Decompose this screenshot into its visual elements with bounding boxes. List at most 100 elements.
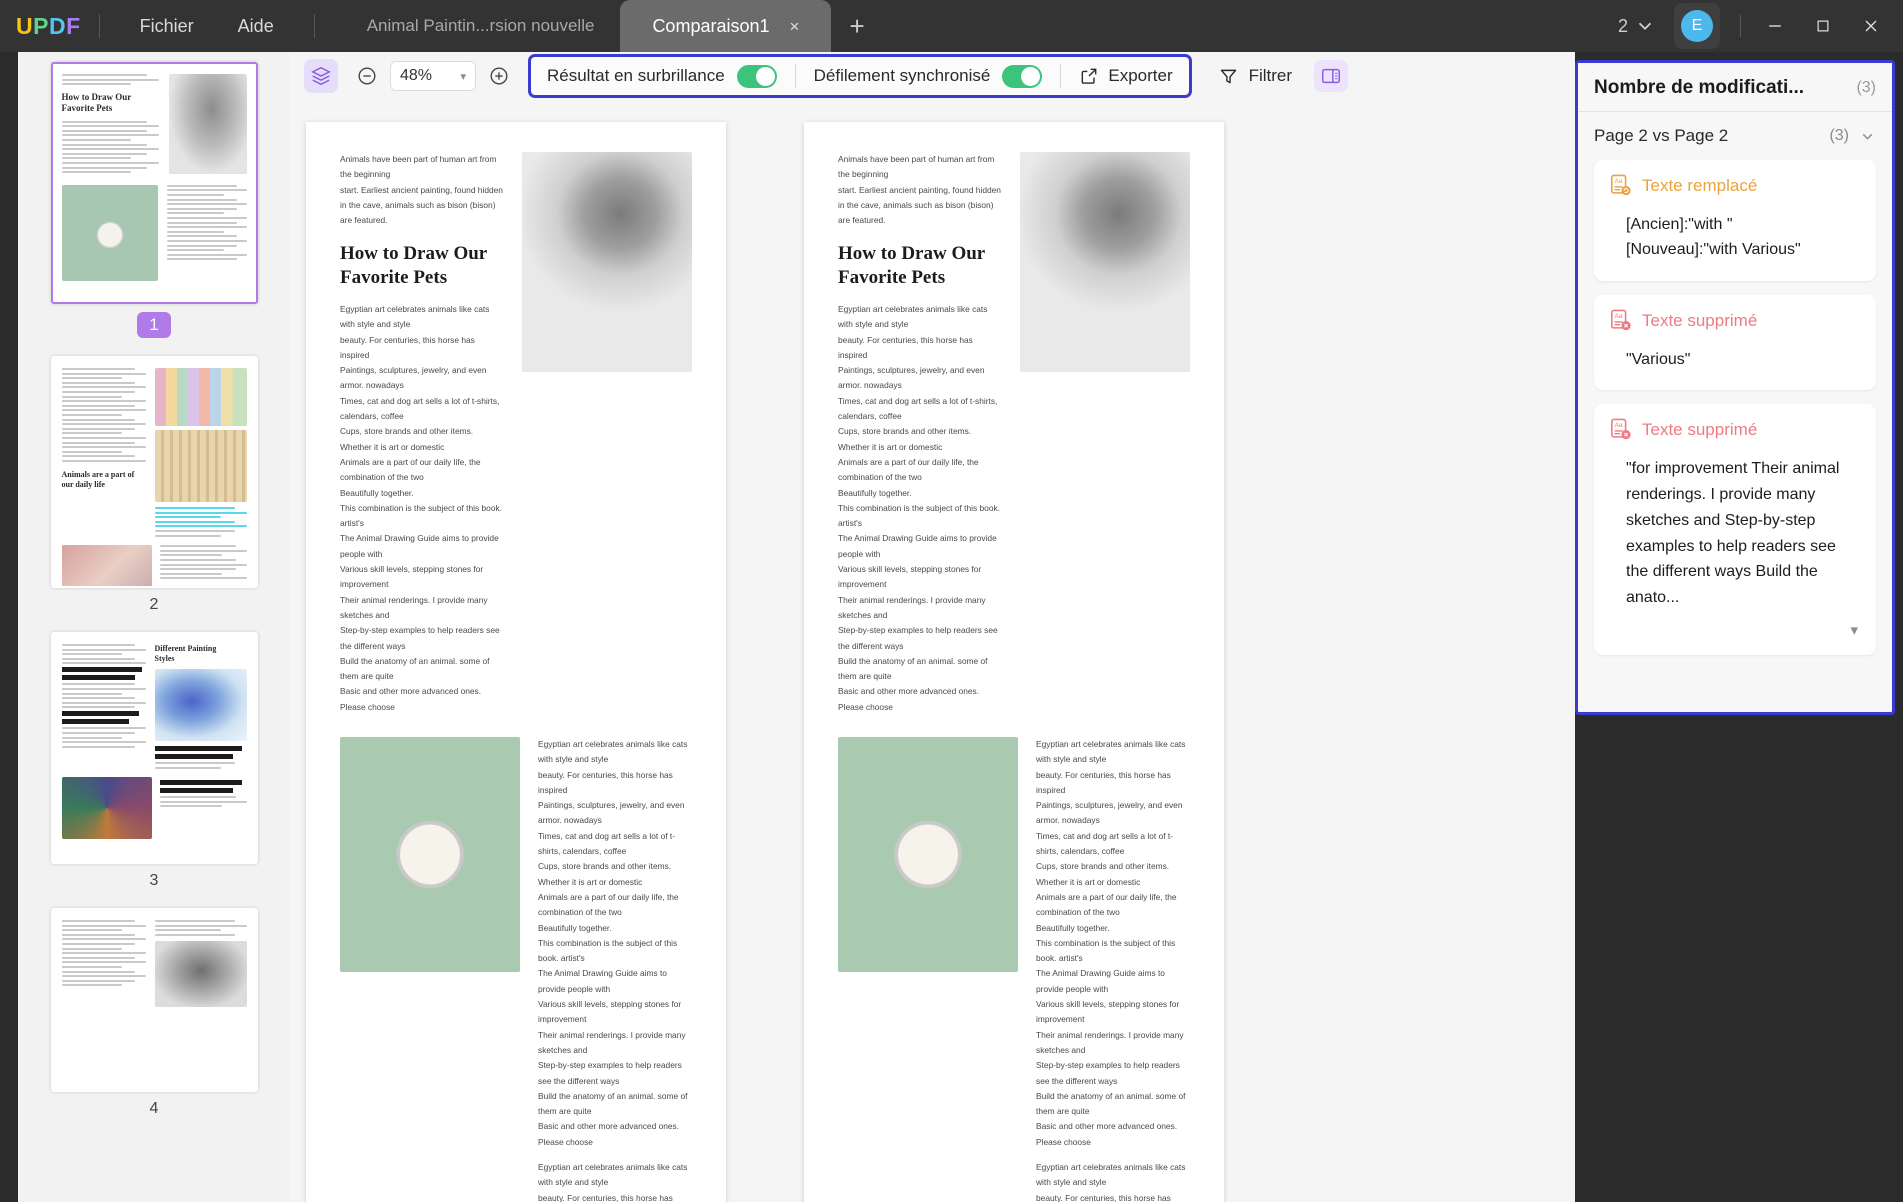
close-icon (1861, 16, 1881, 36)
thumbnail-item[interactable]: 4 (18, 908, 290, 1136)
chevron-down-icon: ▾ (460, 70, 466, 83)
zoom-in-button[interactable] (482, 59, 516, 93)
divider (1060, 64, 1061, 88)
thumb2-title-1: Animals are a part of (62, 470, 146, 480)
panel-count: (3) (1856, 79, 1876, 97)
maximize-button[interactable] (1799, 0, 1847, 52)
zoom-level-select[interactable]: 48% ▾ (390, 61, 476, 91)
app-body: How to Draw Our Favorite Pets (0, 52, 1903, 1202)
toggle-knob (756, 67, 775, 86)
divider (795, 64, 796, 88)
zoom-out-button[interactable] (350, 59, 384, 93)
changes-panel[interactable]: Nombre de modificati... (3) Page 2 vs Pa… (1575, 60, 1895, 715)
thumbnail-page-2[interactable]: Animals are a part of our daily life (51, 356, 258, 588)
split-panel-icon[interactable] (1314, 60, 1348, 92)
window-count-label: 2 (1618, 16, 1628, 37)
change-card-header: Aa Texte supprimé (1610, 418, 1860, 442)
tab-animal-painting[interactable]: Animal Paintin...rsion nouvelle (341, 0, 621, 52)
change-card-2[interactable]: Aa Texte supprimé "Various" (1594, 295, 1876, 390)
filter-button[interactable]: Filtrer (1218, 66, 1292, 87)
thumb-paint-photo (62, 545, 152, 588)
thumb-dog-photo (62, 185, 158, 281)
filter-label: Filtrer (1249, 66, 1292, 86)
thumbnail-page-1[interactable]: How to Draw Our Favorite Pets (51, 62, 258, 304)
account-button[interactable]: E (1674, 3, 1720, 49)
sync-scroll-label: Défilement synchronisé (814, 66, 991, 86)
menu-fichier[interactable]: Fichier (118, 0, 216, 52)
svg-text:Aa: Aa (1615, 178, 1623, 185)
chevron-down-icon[interactable] (1859, 128, 1876, 145)
tab-label: Animal Paintin...rsion nouvelle (367, 16, 595, 36)
column-text: Egyptian art celebrates animals like cat… (1036, 737, 1190, 1202)
logo-letter-u: U (16, 13, 33, 40)
comparison-viewport[interactable]: Animals have been part of human art from… (290, 100, 1575, 1202)
body-text: Egyptian art celebrates animals like cat… (340, 302, 504, 715)
thumb-paints-photo (62, 777, 152, 839)
change-type-label: Texte supprimé (1642, 311, 1757, 331)
page-group-row[interactable]: Page 2 vs Page 2 (3) (1578, 112, 1892, 160)
document-left[interactable]: Animals have been part of human art from… (306, 122, 726, 1202)
divider (314, 14, 315, 38)
logo-letter-f: F (66, 13, 81, 40)
thumb-palette-photo (155, 368, 247, 426)
thumbnail-page-number: 4 (150, 1100, 159, 1118)
thumb-dog-sketch (169, 74, 247, 174)
export-icon (1079, 66, 1099, 86)
thumbnail-page-3[interactable]: Different Painting Styles (51, 632, 258, 864)
window-count-dropdown[interactable]: 2 (1618, 14, 1656, 38)
page-group-count: (3) (1829, 127, 1849, 145)
change-card-3[interactable]: Aa Texte supprimé "for improvement Their… (1594, 404, 1876, 655)
changes-list[interactable]: Aa Texte remplacé [Ancien]:"with " [Nouv… (1578, 160, 1892, 712)
page-right-1: Animals have been part of human art from… (804, 122, 1224, 1202)
page-group-right: (3) (1829, 127, 1876, 145)
document-right[interactable]: Animals have been part of human art from… (804, 122, 1224, 1202)
highlight-result-toggle[interactable] (737, 65, 777, 88)
intro-text: Animals have been part of human art from… (838, 152, 1002, 228)
svg-text:Aa: Aa (1615, 313, 1623, 320)
body-text: Egyptian art celebrates animals like cat… (838, 302, 1002, 715)
thumb-watercolor-photo (155, 669, 247, 741)
thumbnail-page-4[interactable] (51, 908, 258, 1092)
thumbnail-item[interactable]: Animals are a part of our daily life (18, 356, 290, 632)
text-deleted-icon: Aa (1610, 309, 1632, 333)
text-deleted-icon: Aa (1610, 418, 1632, 442)
tab-comparaison1[interactable]: Comparaison1 × (620, 0, 831, 52)
change-type-label: Texte supprimé (1642, 420, 1757, 440)
page-heading: How to Draw Our Favorite Pets (838, 242, 1002, 290)
window-controls: 2 E (1618, 0, 1903, 52)
divider (1740, 15, 1741, 37)
dog-sketch-image (1020, 152, 1190, 372)
scroll-down-arrow[interactable]: ▾ (1610, 611, 1860, 647)
new-tab-button[interactable]: + (831, 0, 882, 52)
intro-text: Animals have been part of human art from… (340, 152, 504, 228)
menu-aide[interactable]: Aide (216, 0, 296, 52)
left-rail (0, 52, 18, 1202)
panel-title: Nombre de modificati... (1594, 77, 1804, 99)
page-left-1: Animals have been part of human art from… (306, 122, 726, 1202)
minimize-icon (1765, 16, 1785, 36)
thumbnail-item[interactable]: How to Draw Our Favorite Pets (18, 62, 290, 356)
zoom-in-icon (488, 65, 510, 87)
main-area: 48% ▾ Résultat en surbrillance Défilemen… (290, 52, 1575, 1202)
close-icon[interactable]: × (790, 18, 800, 35)
change-card-1[interactable]: Aa Texte remplacé [Ancien]:"with " [Nouv… (1594, 160, 1876, 281)
layers-icon[interactable] (304, 59, 338, 93)
compare-options-group: Résultat en surbrillance Défilement sync… (528, 54, 1192, 98)
thumbnail-item[interactable]: Different Painting Styles (18, 632, 290, 908)
svg-text:Aa: Aa (1615, 422, 1623, 429)
sync-scroll-toggle[interactable] (1002, 65, 1042, 88)
thumb3-title-2: Styles (155, 654, 247, 664)
dog-hoop-photo (838, 737, 1018, 972)
logo-letter-p: P (33, 13, 49, 40)
highlight-result-label: Résultat en surbrillance (547, 66, 725, 86)
page-heading: How to Draw Our Favorite Pets (340, 242, 504, 290)
export-button[interactable]: Exporter (1079, 66, 1172, 86)
close-window-button[interactable] (1847, 0, 1895, 52)
zoom-level-value: 48% (400, 67, 432, 85)
change-body: "for improvement Their animal renderings… (1610, 456, 1860, 611)
thumb2-title-2: our daily life (62, 480, 146, 490)
thumbnail-panel[interactable]: How to Draw Our Favorite Pets (18, 52, 290, 1202)
divider (99, 14, 100, 38)
minimize-button[interactable] (1751, 0, 1799, 52)
changes-panel-wrap: Nombre de modificati... (3) Page 2 vs Pa… (1575, 52, 1903, 1202)
